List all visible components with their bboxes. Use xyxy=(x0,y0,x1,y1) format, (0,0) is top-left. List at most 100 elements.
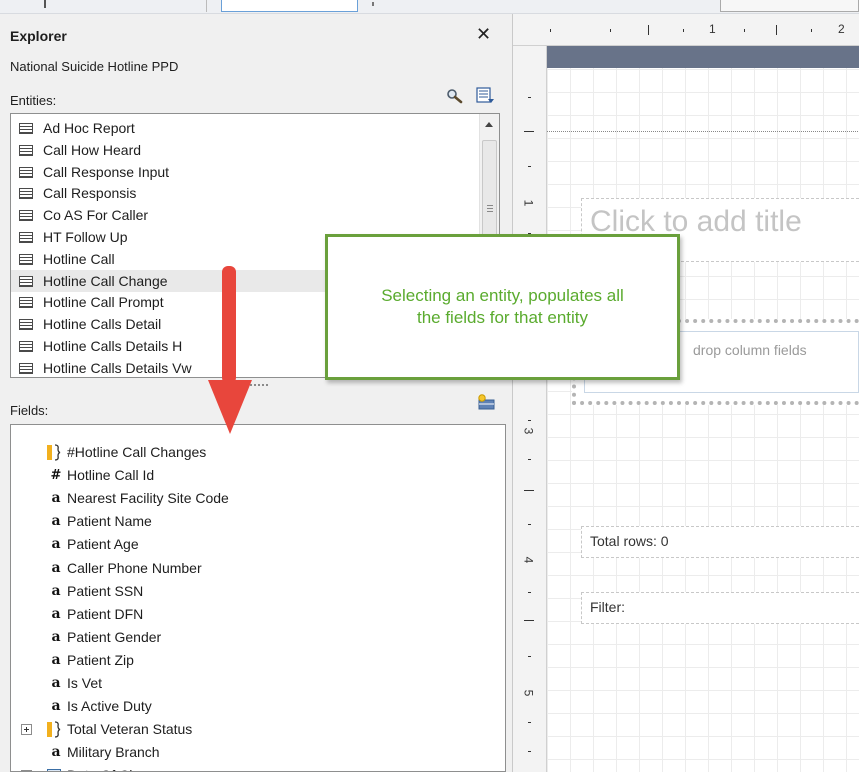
page-header-band xyxy=(547,46,859,68)
entity-row[interactable]: Call Response Input xyxy=(11,161,476,183)
field-label: Patient Name xyxy=(67,513,152,530)
field-row[interactable]: a Patient SSN xyxy=(11,580,491,603)
entity-row[interactable]: Ad Hoc Report xyxy=(11,117,476,139)
entity-table-icon xyxy=(19,144,33,156)
project-name: National Suicide Hotline PPD xyxy=(10,59,179,74)
text-field-icon: a xyxy=(51,559,61,576)
ruler-number: 1 xyxy=(709,22,716,36)
field-row[interactable]: Date Of Change xyxy=(11,764,491,771)
field-label: Total Veteran Status xyxy=(67,721,193,738)
entity-table-icon xyxy=(19,297,33,309)
ruler-tick xyxy=(683,29,684,32)
entity-row[interactable]: Call Responsis xyxy=(11,182,476,204)
field-label: Date Of Change xyxy=(67,764,168,771)
entity-label: Call How Heard xyxy=(43,141,142,158)
field-row[interactable]: a Nearest Facility Site Code xyxy=(11,487,491,510)
horizontal-ruler: 12 xyxy=(513,14,859,46)
ruler-tick xyxy=(811,29,812,32)
entity-table-icon xyxy=(19,275,33,287)
field-label: Is Active Duty xyxy=(67,698,152,715)
toolbar-strip xyxy=(0,0,859,14)
field-row[interactable]: a Patient Gender xyxy=(11,626,491,649)
field-label: Patient SSN xyxy=(67,582,144,599)
ruler-tick xyxy=(528,524,531,525)
text-field-icon: a xyxy=(51,628,61,645)
entity-row[interactable]: Call How Heard xyxy=(11,139,476,161)
ruler-tick xyxy=(528,97,531,98)
toolbar-divider xyxy=(206,0,207,12)
entity-table-icon xyxy=(19,188,33,200)
entity-label: Hotline Call Prompt xyxy=(43,294,164,311)
ruler-tick xyxy=(610,29,611,32)
field-label: Patient DFN xyxy=(67,605,144,622)
total-rows-label[interactable]: Total rows: 0 xyxy=(581,526,859,558)
field-row[interactable]: # Hotline Call Id xyxy=(11,464,491,487)
aggregate-field-icon xyxy=(47,444,61,461)
field-row[interactable]: a Is Vet xyxy=(11,672,491,695)
ruler-number: 3 xyxy=(521,427,536,435)
entity-label: Ad Hoc Report xyxy=(43,120,135,136)
drop-column-hint: drop column fields xyxy=(693,342,807,358)
field-row[interactable]: a Is Active Duty xyxy=(11,695,491,718)
explorer-title: Explorer xyxy=(10,28,67,44)
field-row[interactable]: a Patient Age xyxy=(11,533,491,556)
entity-table-icon xyxy=(19,341,33,352)
text-field-icon: a xyxy=(51,490,61,507)
search-icon[interactable] xyxy=(446,88,464,104)
toolbar-input-fragment[interactable] xyxy=(221,0,358,12)
entity-label: HT Follow Up xyxy=(43,229,128,245)
add-field-icon[interactable] xyxy=(476,394,496,410)
entity-table-icon xyxy=(19,319,33,331)
entity-label: Co AS For Caller xyxy=(43,207,149,224)
ruler-tick xyxy=(528,459,531,460)
text-field-icon: a xyxy=(51,675,61,691)
toolbar-button-fragment[interactable] xyxy=(720,0,859,12)
filter-label[interactable]: Filter: xyxy=(581,592,859,624)
entity-label: Hotline Call Change xyxy=(43,272,168,289)
field-label: Patient Gender xyxy=(67,628,162,645)
toolbar-fragment xyxy=(372,2,374,6)
text-field-icon: a xyxy=(51,651,61,668)
field-label: Military Branch xyxy=(67,744,160,761)
field-label: #Hotline Call Changes xyxy=(67,444,207,460)
entity-table-icon xyxy=(19,123,33,134)
close-icon[interactable]: ✕ xyxy=(476,24,491,45)
field-label: Patient Age xyxy=(67,536,139,553)
field-row[interactable]: a Caller Phone Number xyxy=(11,557,491,580)
ruler-tick xyxy=(648,25,649,35)
entity-label: Call Responsis xyxy=(43,185,137,202)
expand-plus-icon[interactable] xyxy=(21,724,32,736)
ruler-number: 1 xyxy=(521,199,536,207)
scroll-grip-icon xyxy=(487,205,493,212)
vertical-ruler: 1 3 4 5 xyxy=(513,46,547,772)
field-row[interactable]: a Military Branch xyxy=(11,741,491,764)
entity-table-icon xyxy=(19,362,33,374)
ruler-tick xyxy=(528,166,531,167)
entity-table-icon xyxy=(19,232,33,243)
section-divider xyxy=(547,131,859,132)
toolbar-fragment xyxy=(44,0,46,8)
ruler-tick xyxy=(524,620,534,621)
entity-label: Hotline Call xyxy=(43,250,115,267)
field-row[interactable]: a Patient Name xyxy=(11,510,491,533)
annotation-callout: Selecting an entity, populates all the f… xyxy=(325,234,680,380)
scroll-up-arrow-icon[interactable] xyxy=(485,122,493,127)
entity-label: Call Response Input xyxy=(43,163,170,180)
entity-table-icon xyxy=(19,253,33,265)
entity-row[interactable]: Co AS For Caller xyxy=(11,204,476,226)
field-row[interactable]: #Hotline Call Changes xyxy=(11,441,491,464)
text-field-icon: a xyxy=(51,536,61,553)
design-canvas[interactable] xyxy=(547,46,859,772)
ruler-tick xyxy=(524,131,534,132)
field-row[interactable]: a Patient DFN xyxy=(11,603,491,626)
fields-list[interactable]: #Hotline Call Changes # Hotline Call Id a Ne… xyxy=(10,424,506,772)
ruler-tick xyxy=(550,29,551,32)
field-row[interactable]: a Patient Zip xyxy=(11,649,491,672)
field-row[interactable]: Total Veteran Status xyxy=(11,718,491,741)
text-field-icon: a xyxy=(51,513,61,530)
ruler-tick xyxy=(528,592,531,593)
entity-options-icon[interactable] xyxy=(475,86,495,106)
field-label: Is Vet xyxy=(67,675,103,691)
down-arrow-annotation-icon xyxy=(208,266,252,434)
field-label: Hotline Call Id xyxy=(67,467,155,484)
